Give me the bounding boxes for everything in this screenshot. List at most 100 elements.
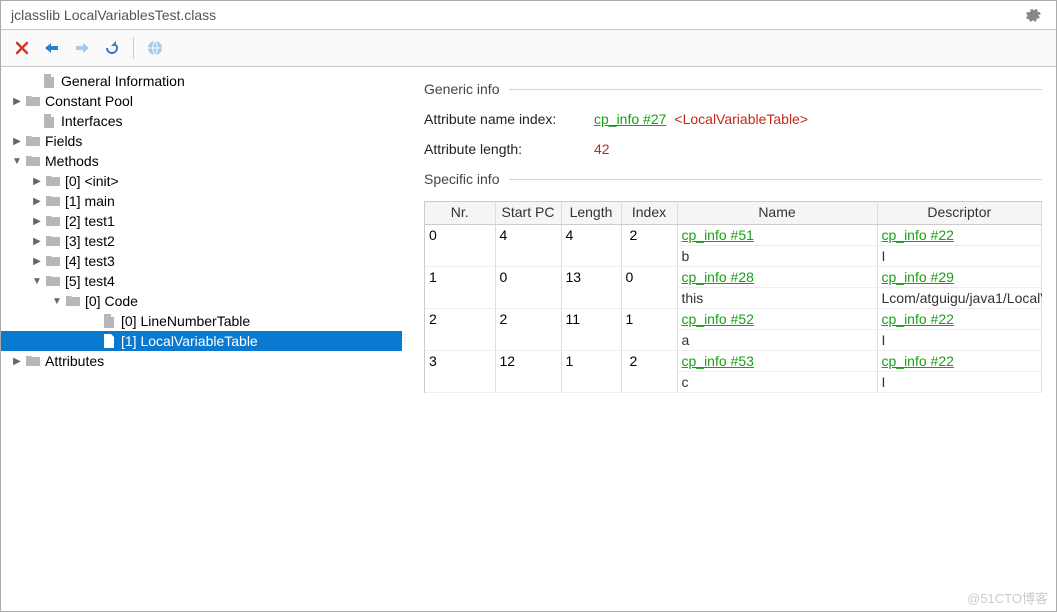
chevron-right-icon[interactable]: ▶ [29,236,45,247]
toolbar-separator [133,37,134,59]
local-variable-table[interactable]: Nr. Start PC Length Index Name Descripto… [424,201,1042,393]
cell-startpc: 0 [495,266,561,308]
chevron-right-icon[interactable]: ▶ [29,176,45,187]
folder-icon [26,355,40,367]
tree-fields[interactable]: ▶Fields [1,131,402,151]
tree-label: Constant Pool [45,93,133,109]
chevron-right-icon[interactable]: ▶ [29,196,45,207]
folder-icon [46,255,60,267]
cell-name-link[interactable]: cp_info #51 [677,224,877,245]
tree-method-test4[interactable]: ▼ [5] test4 [1,271,402,291]
tree-methods[interactable]: ▼ Methods [1,151,402,171]
close-icon [15,41,29,55]
tree-label: Attributes [45,353,104,369]
tree-label: [0] LineNumberTable [121,313,250,329]
chevron-right-icon[interactable]: ▶ [29,216,45,227]
tree-label: [3] test2 [65,233,115,249]
tree-constant-pool[interactable]: ▶ Constant Pool [1,91,402,111]
tree-method-init[interactable]: ▶[0] <init> [1,171,402,191]
chevron-down-icon[interactable]: ▼ [29,276,45,287]
table-row[interactable]: 0442cp_info #51cp_info #22 [425,224,1042,245]
cell-name-link[interactable]: cp_info #28 [677,266,877,287]
tree-label: [4] test3 [65,253,115,269]
cell-name-text: c [677,371,877,392]
tree-attributes[interactable]: ▶ Attributes [1,351,402,371]
cell-descriptor-text: I [877,371,1042,392]
cell-index: 2 [621,224,677,266]
chevron-right-icon[interactable]: ▶ [9,136,25,147]
table-header-row: Nr. Start PC Length Index Name Descripto… [425,202,1042,224]
cell-length: 4 [561,224,621,266]
cell-name-text: b [677,245,877,266]
cell-index: 1 [621,308,677,350]
close-button[interactable] [9,35,35,61]
col-startpc[interactable]: Start PC [495,202,561,224]
tree-method-test3[interactable]: ▶ [4] test3 [1,251,402,271]
chevron-right-icon[interactable]: ▶ [9,356,25,367]
cell-descriptor-text: Lcom/atguigu/java1/LocalV [877,287,1042,308]
col-nr[interactable]: Nr. [425,202,495,224]
tree-linenumbertable[interactable]: [0] LineNumberTable [1,311,402,331]
col-descriptor[interactable]: Descriptor [877,202,1042,224]
window-title: jclasslib LocalVariablesTest.class [11,7,216,23]
cell-nr: 3 [425,350,495,392]
cell-descriptor-link[interactable]: cp_info #22 [877,224,1042,245]
settings-button[interactable] [1020,2,1046,28]
tree-general-information[interactable]: General Information [1,71,402,91]
attr-name-index-link[interactable]: cp_info #27 [594,111,666,127]
cell-nr: 2 [425,308,495,350]
attr-length-label: Attribute length: [424,141,594,157]
tree-method-test2[interactable]: ▶ [3] test2 [1,231,402,251]
table-row[interactable]: 31212cp_info #53cp_info #22 [425,350,1042,371]
refresh-button[interactable] [99,35,125,61]
arrow-left-icon [44,41,60,55]
tree-method-test1[interactable]: ▶[2] test1 [1,211,402,231]
globe-icon [147,40,163,56]
tree-pane[interactable]: General Information ▶ Constant Pool Inter… [1,67,402,611]
cell-descriptor-link[interactable]: cp_info #22 [877,350,1042,371]
tree-label: [5] test4 [65,273,115,289]
folder-icon [26,135,40,147]
chevron-right-icon[interactable]: ▶ [9,96,25,107]
toolbar [1,29,1056,67]
cell-descriptor-link[interactable]: cp_info #22 [877,308,1042,329]
tree-interfaces[interactable]: Interfaces [1,111,402,131]
tree-label: Methods [45,153,99,169]
cell-name-link[interactable]: cp_info #52 [677,308,877,329]
chevron-down-icon[interactable]: ▼ [49,296,65,307]
arrow-right-icon [74,41,90,55]
col-name[interactable]: Name [677,202,877,224]
chevron-right-icon[interactable]: ▶ [29,256,45,267]
tree-code-attribute[interactable]: ▼ [0] Code [1,291,402,311]
cell-nr: 0 [425,224,495,266]
specific-info-section: Specific info [424,171,1042,187]
cell-startpc: 12 [495,350,561,392]
folder-icon [46,195,60,207]
cell-length: 1 [561,350,621,392]
document-icon [103,314,115,328]
table-row[interactable]: 22111cp_info #52cp_info #22 [425,308,1042,329]
forward-button[interactable] [69,35,95,61]
folder-icon [26,95,40,107]
tree-label: [0] Code [85,293,138,309]
cell-descriptor-link[interactable]: cp_info #29 [877,266,1042,287]
table-row[interactable]: 10130cp_info #28cp_info #29 [425,266,1042,287]
cell-name-link[interactable]: cp_info #53 [677,350,877,371]
generic-info-section: Generic info Attribute name index: cp_in… [424,81,1042,157]
web-button[interactable] [142,35,168,61]
folder-icon [66,295,80,307]
document-icon [103,334,115,348]
tree-localvariabletable[interactable]: [1] LocalVariableTable [1,331,402,351]
chevron-down-icon[interactable]: ▼ [9,156,25,167]
document-icon [43,74,55,88]
col-index[interactable]: Index [621,202,677,224]
col-length[interactable]: Length [561,202,621,224]
folder-icon [46,235,60,247]
back-button[interactable] [39,35,65,61]
attr-name-index-tag: <LocalVariableTable> [674,111,808,127]
attr-name-index-label: Attribute name index: [424,111,594,127]
tree-method-main[interactable]: ▶ [1] main [1,191,402,211]
tree-label: [1] main [65,193,115,209]
grip-icon: ···· [404,333,407,345]
cell-nr: 1 [425,266,495,308]
